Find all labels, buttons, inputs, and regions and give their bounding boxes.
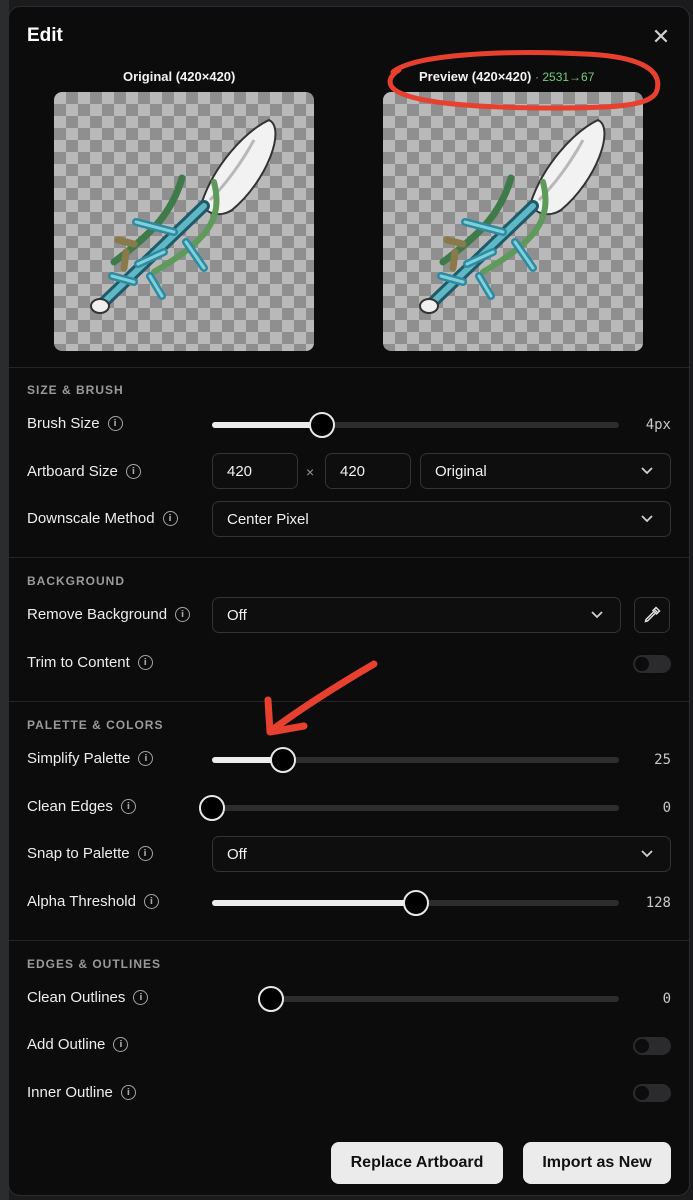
add-outline-toggle[interactable] [633,1037,671,1055]
add-outline-text: Add Outline [27,1036,106,1053]
info-icon[interactable]: i [175,607,191,622]
remove-bg-value: Off [227,606,247,624]
simplify-label: Simplify Palette i [27,750,154,767]
original-image [54,92,314,351]
simplify-text: Simplify Palette [27,750,131,767]
divider [9,557,689,558]
section-palette: PALETTE & COLORS [27,718,164,732]
import-as-new-button[interactable]: Import as New [523,1142,671,1184]
alpha-value: 128 [645,895,671,911]
alpha-text: Alpha Threshold [27,893,136,910]
brush-size-value: 4px [645,417,671,433]
snap-value: Off [227,845,247,863]
preview-image [383,92,643,351]
clean-edges-slider[interactable] [199,794,619,821]
chevron-down-icon [641,515,653,523]
section-background: BACKGROUND [27,574,125,588]
divider [9,940,689,941]
section-edges: EDGES & OUTLINES [27,957,162,971]
color-count-stat: · 2531→67 [535,70,595,84]
slider-thumb[interactable] [270,747,297,773]
replace-artboard-button[interactable]: Replace Artboard [331,1142,503,1184]
feather-sprite [90,118,277,314]
trim-text: Trim to Content [27,654,130,671]
artboard-width-input[interactable]: 420 [212,453,298,489]
times-sign: × [306,464,315,480]
chevron-down-icon [641,850,653,858]
edit-dialog: Edit ✕ Original (420×420) Preview (420×4… [8,6,690,1196]
preview-label: Preview (420×420) · 2531→67 [419,69,594,84]
inner-outline-text: Inner Outline [27,1084,113,1101]
snap-text: Snap to Palette [27,845,130,862]
artboard-preset-value: Original [435,462,487,480]
info-icon[interactable]: i [162,511,178,526]
info-icon[interactable]: i [120,799,136,814]
original-label: Original (420×420) [123,69,236,84]
brush-size-slider[interactable] [212,411,619,438]
eyedropper-icon [644,606,661,623]
trim-toggle[interactable] [633,655,671,673]
inner-outline-toggle[interactable] [633,1084,671,1102]
add-outline-label: Add Outline i [27,1036,129,1053]
info-icon[interactable]: i [137,846,153,861]
eyedropper-button[interactable] [634,597,670,633]
info-icon[interactable]: i [143,894,159,909]
downscale-label: Downscale Method i [27,510,178,527]
clean-outlines-text: Clean Outlines [27,989,126,1006]
clean-edges-text: Clean Edges [27,798,113,815]
artboard-size-label: Artboard Size i [27,463,141,480]
downscale-value: Center Pixel [227,510,309,528]
snap-label: Snap to Palette i [27,845,153,862]
info-icon[interactable]: i [137,655,153,670]
simplify-slider[interactable] [212,746,619,773]
alpha-label: Alpha Threshold i [27,893,159,910]
trim-label: Trim to Content i [27,654,153,671]
chevron-down-icon [641,467,653,475]
clean-outlines-label: Clean Outlines i [27,989,149,1006]
clean-outlines-value: 0 [662,991,671,1007]
simplify-value: 25 [654,752,671,768]
clean-edges-label: Clean Edges i [27,798,136,815]
info-icon[interactable]: i [125,464,141,479]
info-icon[interactable]: i [138,751,154,766]
remove-bg-select[interactable]: Off [212,597,621,633]
brush-size-text: Brush Size [27,415,100,432]
downscale-text: Downscale Method [27,510,155,527]
close-icon[interactable]: ✕ [649,25,673,49]
snap-select[interactable]: Off [212,836,671,872]
section-size-brush: SIZE & BRUSH [27,383,124,397]
clean-edges-value: 0 [662,800,671,816]
remove-bg-text: Remove Background [27,606,168,623]
slider-thumb[interactable] [199,795,225,821]
artboard-preset-select[interactable]: Original [420,453,671,489]
artboard-height-input[interactable]: 420 [325,453,411,489]
chevron-down-icon [591,611,603,619]
slider-thumb[interactable] [308,412,335,438]
inner-outline-label: Inner Outline i [27,1084,136,1101]
brush-size-label: Brush Size i [27,415,123,432]
slider-thumb[interactable] [258,986,284,1012]
info-icon[interactable]: i [107,416,123,431]
info-icon[interactable]: i [120,1085,136,1100]
downscale-select[interactable]: Center Pixel [212,501,671,537]
feather-sprite-preview [419,118,606,314]
info-icon[interactable]: i [113,1037,129,1052]
divider [9,367,689,368]
alpha-slider[interactable] [212,889,619,916]
divider [9,701,689,702]
artboard-size-text: Artboard Size [27,463,118,480]
info-icon[interactable]: i [133,990,149,1005]
clean-outlines-slider[interactable] [258,985,619,1012]
slider-thumb[interactable] [402,890,429,916]
dialog-title: Edit [27,25,63,46]
preview-title: Preview (420×420) [419,69,532,84]
remove-bg-label: Remove Background i [27,606,191,623]
